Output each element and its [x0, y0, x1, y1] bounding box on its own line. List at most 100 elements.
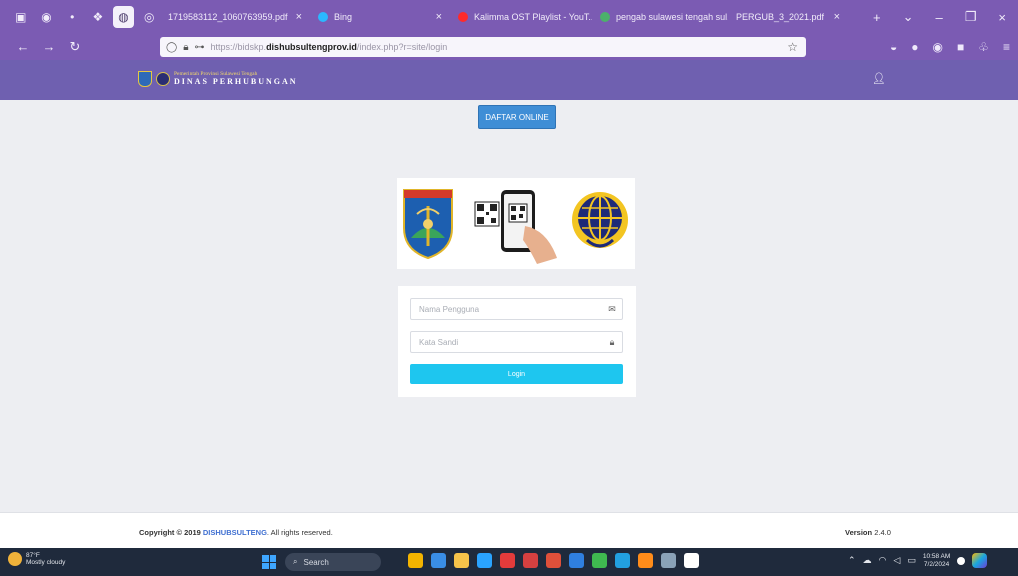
close-icon[interactable]: ×: [288, 11, 302, 23]
password-input[interactable]: [411, 332, 602, 352]
password-field-wrapper: 🔒︎: [410, 331, 623, 353]
extensions-puzzle-icon[interactable]: ♧: [978, 40, 989, 54]
dishubsulteng-link[interactable]: DISHUBSULTENG: [203, 528, 267, 537]
reload-icon[interactable]: ↻: [66, 39, 84, 55]
bookmark-star-icon[interactable]: ☆: [787, 40, 798, 54]
tab-pdf[interactable]: 1719583112_1060763959.pdf ×: [160, 0, 310, 34]
windows-taskbar: 87°F Mostly cloudy ⌕ Search ⌃ ☁ ◠ ◁ ▭ 10…: [0, 548, 1018, 576]
close-icon[interactable]: ×: [826, 11, 840, 23]
browser-nav-bar: ← → ↻ ◯ 🔒︎ ⊶ https://bidskp.dishubsulten…: [0, 34, 1018, 60]
tab-bar-icons: ▣ ◉ • ❖ ◍ ◎: [0, 6, 160, 28]
permissions-icon[interactable]: ⊶: [195, 42, 205, 53]
chevron-up-icon[interactable]: ⌃: [848, 555, 856, 566]
clock-date: 7/2/2024: [923, 560, 950, 568]
tab-label: pengab sulawesi tengah sul...: [616, 12, 728, 22]
taskbar-app-icon[interactable]: [454, 553, 469, 568]
search-icon: ⌕: [293, 557, 298, 566]
onedrive-icon[interactable]: ☁: [863, 555, 872, 566]
clock-time: 10:58 AM: [922, 553, 951, 560]
active-tab-icon[interactable]: ◍: [112, 6, 135, 28]
shield-icon[interactable]: ◯: [166, 42, 177, 53]
qr-phone-illustration: [474, 190, 557, 264]
dishub-globe-icon: [572, 192, 628, 248]
forward-arrow-icon[interactable]: →: [40, 39, 58, 55]
weather-temp: 87°F: [26, 552, 40, 559]
province-shield-icon: [403, 189, 453, 260]
menu-icon[interactable]: ≡: [1003, 40, 1010, 54]
taskbar-app-icon[interactable]: [592, 553, 607, 568]
tab-actions-icon[interactable]: ▣: [10, 6, 32, 28]
taskbar-app-icon[interactable]: [431, 553, 446, 568]
address-bar[interactable]: ◯ 🔒︎ ⊶ https://bidskp.dishubsultengprov.…: [160, 37, 806, 57]
province-emblem-icon: [138, 71, 152, 87]
pinned-apps: [408, 553, 699, 568]
taskbar-app-icon[interactable]: [546, 553, 561, 568]
username-input[interactable]: [411, 299, 602, 319]
weather-widget[interactable]: 87°F Mostly cloudy: [8, 552, 65, 567]
daftar-online-button[interactable]: DAFTAR ONLINE: [478, 105, 556, 129]
tab-label: Kalimma OST Playlist - YouT...: [474, 12, 592, 22]
workspace-icon[interactable]: ◉: [36, 6, 58, 28]
dishub-logo-icon: [156, 72, 170, 86]
clock[interactable]: 10:58 AM 7/2/2024: [923, 553, 950, 569]
weather-desc: Mostly cloudy: [26, 559, 66, 567]
sidebar-icon[interactable]: ■: [957, 40, 964, 54]
new-tab-icon[interactable]: +: [873, 10, 881, 25]
taskbar-app-icon[interactable]: [477, 553, 492, 568]
bing-icon: [318, 12, 328, 22]
search-label: Search: [303, 557, 329, 567]
youtube-icon: [458, 12, 468, 22]
system-tray: ⌃ ☁ ◠ ◁ ▭ 10:58 AM 7/2/2024: [848, 553, 988, 569]
taskbar-app-icon[interactable]: [615, 553, 630, 568]
close-window-icon[interactable]: ×: [998, 10, 1006, 25]
profile-icon[interactable]: ●: [911, 40, 918, 54]
taskbar-app-icon[interactable]: [500, 553, 515, 568]
wifi-icon[interactable]: ◠: [879, 555, 887, 566]
dot-icon[interactable]: •: [61, 6, 83, 28]
logo-panel-art: [403, 189, 628, 264]
tab-label: 1719583112_1060763959.pdf: [168, 12, 288, 22]
volume-icon[interactable]: ◁: [893, 555, 900, 566]
username-field-wrapper: ✉: [410, 298, 623, 320]
battery-icon[interactable]: ▭: [907, 555, 916, 566]
tab-pergub[interactable]: PERGUB_3_2021.pdf ×: [728, 0, 848, 34]
login-form: ✉ 🔒︎ Login: [398, 286, 636, 397]
taskbar-app-icon[interactable]: [408, 553, 423, 568]
version-text: Version 2.4.0: [845, 528, 891, 537]
taskbar-search[interactable]: ⌕ Search: [285, 553, 381, 571]
taskbar-app-icon[interactable]: [661, 553, 676, 568]
taskbar-app-icon[interactable]: [684, 553, 699, 568]
globe-icon[interactable]: ◎: [138, 6, 160, 28]
extension-icon[interactable]: ❖: [87, 6, 109, 28]
lock-icon: 🔒︎: [609, 336, 615, 347]
site-brand[interactable]: Pemerintah Provinsi Sulawesi Tengah DINA…: [138, 71, 298, 87]
taskbar-app-icon[interactable]: [638, 553, 653, 568]
back-arrow-icon[interactable]: ←: [14, 39, 32, 55]
envelope-icon: ✉: [608, 303, 616, 314]
site-footer: Copyright © 2019 DISHUBSULTENG. All righ…: [0, 512, 1018, 548]
taskbar-app-icon[interactable]: [523, 553, 538, 568]
browser-tab-bar: ▣ ◉ • ❖ ◍ ◎ 1719583112_1060763959.pdf × …: [0, 0, 1018, 34]
taskbar-app-icon[interactable]: [569, 553, 584, 568]
close-icon[interactable]: ×: [428, 11, 442, 23]
site-header: Pemerintah Provinsi Sulawesi Tengah DINA…: [0, 60, 1018, 100]
minimize-icon[interactable]: –: [936, 10, 943, 25]
tab-label: PERGUB_3_2021.pdf: [736, 12, 825, 22]
pocket-icon[interactable]: ◒: [890, 40, 897, 54]
extension-icon[interactable]: ◉: [932, 40, 942, 54]
lock-icon[interactable]: 🔒︎: [183, 42, 188, 53]
login-button[interactable]: Login: [410, 364, 623, 384]
tab-list-icon[interactable]: ⌄: [903, 9, 914, 25]
user-icon[interactable]: 👤︎: [872, 72, 886, 85]
weather-cloud-icon: [8, 552, 22, 567]
tab-bing[interactable]: Bing ×: [310, 0, 450, 34]
tab-youtube[interactable]: Kalimma OST Playlist - YouT... ×: [450, 0, 592, 34]
search-engine-icon: [600, 12, 610, 22]
copilot-icon[interactable]: [972, 553, 988, 569]
maximize-icon[interactable]: ❐: [965, 9, 977, 25]
url-text: https://bidskp.dishubsultengprov.id/inde…: [210, 42, 448, 52]
windows-start-icon[interactable]: [262, 555, 276, 569]
tab-search[interactable]: pengab sulawesi tengah sul... ×: [592, 0, 728, 34]
notification-icon[interactable]: [957, 556, 966, 565]
tab-label: Bing: [334, 12, 353, 22]
